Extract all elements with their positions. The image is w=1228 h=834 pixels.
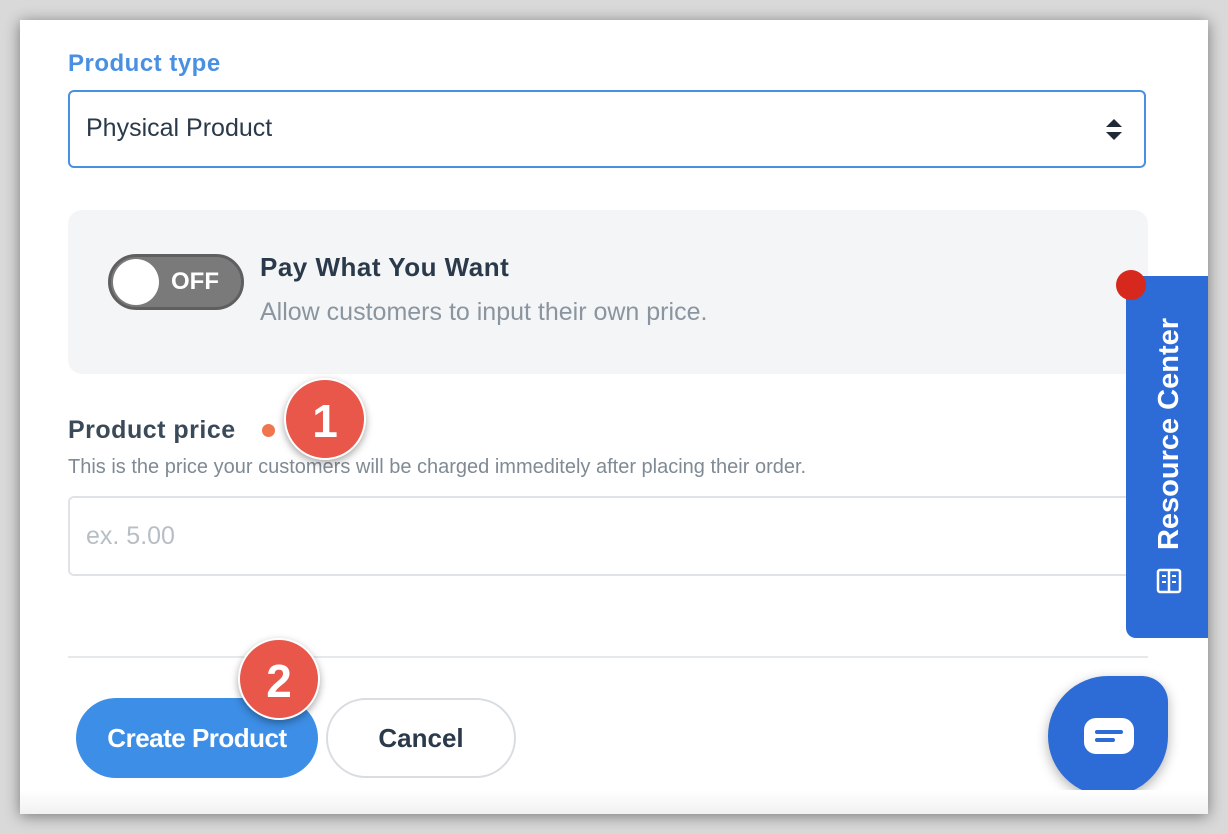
toggle-knob [113, 259, 159, 305]
pay-what-you-want-toggle[interactable]: OFF [108, 254, 244, 310]
chat-launcher-button[interactable] [1048, 676, 1168, 796]
notification-badge [1116, 270, 1146, 300]
product-price-label: Product price [68, 416, 236, 444]
pay-what-you-want-panel: OFF Pay What You Want Allow customers to… [68, 210, 1148, 374]
product-form-window: Product type Physical Product OFF Pay Wh… [20, 20, 1208, 814]
product-price-help-text: This is the price your customers will be… [68, 456, 807, 478]
toggle-state-label: OFF [171, 268, 219, 295]
book-icon [1156, 568, 1182, 594]
resource-center-content: Resource Center [1126, 276, 1208, 638]
bottom-edge [20, 790, 1208, 814]
required-indicator [262, 424, 275, 437]
product-type-selected-value: Physical Product [86, 114, 273, 142]
chat-icon [1084, 718, 1134, 754]
pay-what-you-want-title: Pay What You Want [260, 252, 510, 282]
step-marker-1: 1 [284, 378, 366, 460]
product-type-label: Product type [68, 50, 221, 77]
pay-what-you-want-description: Allow customers to input their own price… [260, 298, 708, 326]
resource-center-label: Resource Center [1152, 317, 1185, 551]
divider [68, 656, 1148, 658]
product-price-input[interactable] [68, 496, 1158, 576]
resource-center-tab[interactable]: Resource Center [1126, 276, 1208, 638]
product-type-select[interactable]: Physical Product [68, 90, 1146, 168]
sort-arrows-icon [1106, 119, 1122, 140]
cancel-button[interactable]: Cancel [326, 698, 516, 778]
step-marker-2: 2 [238, 638, 320, 720]
